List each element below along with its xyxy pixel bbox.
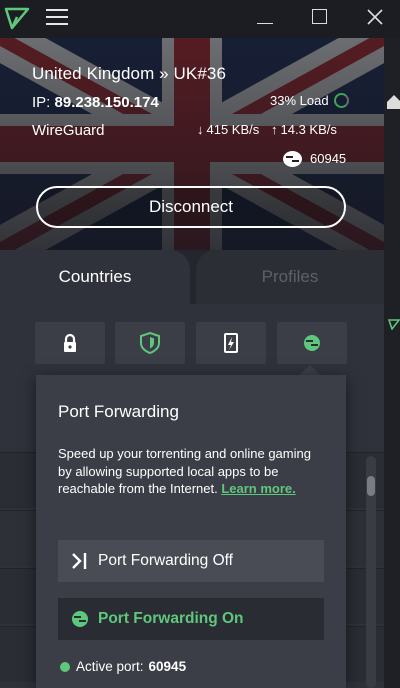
upload-speed: ↑ 14.3 KB/s xyxy=(271,122,337,137)
port-forwarding-badge-icon xyxy=(283,151,302,167)
download-speed: ↓ 415 KB/s xyxy=(197,122,260,137)
maximize-button[interactable] xyxy=(312,9,327,24)
tab-bar: Countries Profiles xyxy=(0,250,384,304)
port-forwarding-off-icon xyxy=(72,553,87,569)
port-forwarding-off-option[interactable]: Port Forwarding Off xyxy=(58,540,324,582)
map-marker-icon xyxy=(388,319,400,330)
port-forwarding-filter-button[interactable] xyxy=(277,322,347,364)
protonvpn-logo-icon xyxy=(4,7,30,30)
tor-filter-button[interactable] xyxy=(196,322,266,364)
tab-profiles[interactable]: Profiles xyxy=(196,250,384,304)
load-indicator-icon xyxy=(334,93,349,108)
disconnect-button[interactable]: Disconnect xyxy=(36,186,346,228)
server-load: 33% Load xyxy=(270,93,329,108)
option-label: Port Forwarding On xyxy=(98,610,244,627)
popover-description: Speed up your torrenting and online gami… xyxy=(58,446,311,496)
active-port: Active port: 60945 xyxy=(76,659,187,674)
lock-icon xyxy=(64,333,76,352)
vpn-protocol: WireGuard xyxy=(32,122,105,139)
active-status-dot xyxy=(60,662,70,672)
shield-icon xyxy=(140,332,160,354)
scrollbar-thumb[interactable] xyxy=(367,476,375,496)
netshield-filter-button[interactable] xyxy=(115,322,185,364)
option-label: Port Forwarding Off xyxy=(98,552,233,569)
close-icon[interactable] xyxy=(364,6,386,28)
tor-icon xyxy=(224,333,238,353)
minimize-button[interactable] xyxy=(256,9,274,27)
port-forwarding-on-icon xyxy=(72,611,88,627)
learn-more-link[interactable]: Learn more. xyxy=(221,481,295,496)
ip-address: IP: 89.238.150.174 xyxy=(32,94,159,111)
forwarded-port: 60945 xyxy=(310,151,347,166)
title-bar xyxy=(0,0,400,38)
port-forwarding-icon xyxy=(304,335,320,351)
hamburger-menu-icon[interactable] xyxy=(46,9,68,27)
connection-panel: United Kingdom » UK#36 IP: 89.238.150.17… xyxy=(0,38,384,250)
tab-countries[interactable]: Countries xyxy=(0,250,190,304)
port-forwarding-popover: Port Forwarding Speed up your torrenting… xyxy=(36,375,346,688)
home-icon[interactable] xyxy=(386,94,400,110)
popover-title: Port Forwarding xyxy=(58,402,179,421)
upload-arrow-icon: ↑ xyxy=(271,122,278,137)
download-arrow-icon: ↓ xyxy=(197,122,204,137)
port-forwarding-on-option[interactable]: Port Forwarding On xyxy=(58,598,324,640)
server-location: United Kingdom » UK#36 xyxy=(32,64,227,83)
secure-core-filter-button[interactable] xyxy=(35,322,105,364)
side-panel-strip xyxy=(384,38,400,688)
